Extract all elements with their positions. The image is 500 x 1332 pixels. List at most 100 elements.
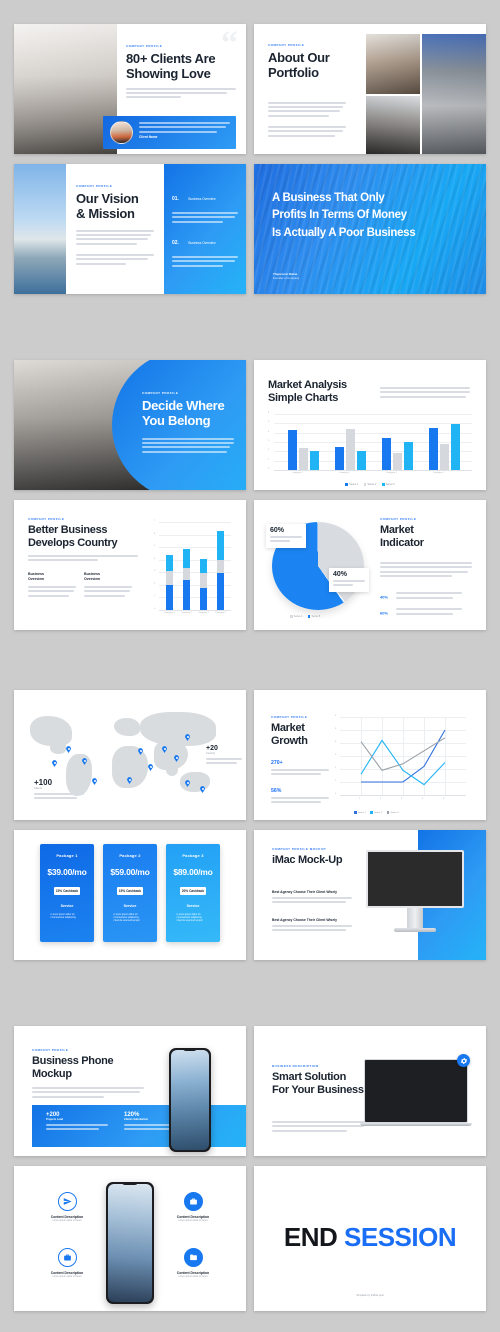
slide-world-map[interactable]: +100 Clients +20 Country bbox=[14, 690, 246, 820]
pricing-package-2[interactable]: Package 2 $59.00/mo 15% Cashback Service… bbox=[103, 844, 157, 942]
item-sub: Lorem ipsum dolor sit amet bbox=[178, 1275, 208, 1278]
callout-value: 60% bbox=[270, 527, 285, 534]
briefcase-icon bbox=[183, 1192, 203, 1211]
imac-point-2: Best Agency Choose Their Client Wisely bbox=[272, 918, 352, 934]
slide-photo-desk bbox=[366, 96, 420, 154]
item-number: 02. bbox=[172, 239, 179, 246]
point-heading: Best Agency Choose Their Client Wisely bbox=[272, 890, 338, 894]
body-text-1 bbox=[268, 101, 346, 117]
x-tick-3: Category 3 bbox=[386, 472, 397, 474]
gear-icon[interactable] bbox=[457, 1054, 470, 1067]
eyebrow: Business Description bbox=[272, 1064, 319, 1068]
slide-title-line-1: 80+ Clients Are bbox=[126, 51, 216, 66]
body-text bbox=[28, 554, 138, 562]
package-badge[interactable]: 15% Cashback bbox=[117, 887, 143, 896]
content-item-2[interactable]: Content Description Lorem ipsum dolor si… bbox=[36, 1248, 98, 1278]
legend-swatch-3 bbox=[386, 811, 390, 814]
testimonial-card[interactable]: Client Name bbox=[103, 116, 236, 149]
legend-value: 40% bbox=[380, 594, 389, 600]
pricing-package-3[interactable]: Package 3 $89.00/mo 20% Cashback Service… bbox=[166, 844, 220, 942]
callout-value: 40% bbox=[333, 571, 348, 578]
slide-market-indicator[interactable]: 60% 40% Series A Series B COMPANY PROFIL… bbox=[254, 500, 486, 630]
quote-line-3: Is Actually A Poor Business bbox=[272, 226, 416, 239]
package-name: Package 1 bbox=[56, 853, 78, 858]
column-heading-line-2: Overview bbox=[28, 577, 44, 582]
slide-title-line-1: Market bbox=[271, 722, 305, 734]
slide-market-analysis[interactable]: Market Analysis Simple Charts 0 1 2 3 4 … bbox=[254, 360, 486, 490]
slide-title-line-2: Simple Charts bbox=[268, 391, 339, 404]
laptop-mockup-device bbox=[360, 1059, 472, 1131]
end-session-title: END SESSION bbox=[254, 1222, 486, 1253]
package-badge[interactable]: 20% Cashback bbox=[180, 887, 206, 896]
bar-chart: 0 1 2 3 4 5 6 Category 1 Category 2 Cate… bbox=[268, 412, 472, 474]
slide-title-line-1: Smart Solution bbox=[272, 1071, 347, 1083]
testimonial-name: Client Name bbox=[139, 135, 158, 140]
pricing-package-1[interactable]: Package 1 $39.00/mo 15% Cashback Service… bbox=[40, 844, 94, 942]
quote-line-1: A Business That Only bbox=[272, 192, 385, 204]
pie-callout-40: 40% bbox=[329, 568, 369, 592]
slide-about-portfolio[interactable]: COMPANY PROFILE About Our Portfolio bbox=[254, 24, 486, 154]
slide-pricing[interactable]: Package 1 $39.00/mo 15% Cashback Service… bbox=[14, 830, 246, 960]
slide-quote[interactable]: A Business That Only Profits In Terms Of… bbox=[254, 164, 486, 294]
overview-column-1: Business Overview bbox=[28, 572, 76, 599]
pie-callout-60: 60% bbox=[266, 524, 306, 548]
x-tick-4: Category 4 bbox=[215, 612, 226, 614]
body-text bbox=[126, 87, 236, 99]
content-item-1[interactable]: Content Description Lorem ipsum dolor si… bbox=[36, 1192, 98, 1222]
body-text bbox=[32, 1086, 144, 1098]
chart-legend: Series 1 Series 2 Series 3 bbox=[254, 483, 486, 486]
slide-imac-mockup[interactable]: COMPANY PROFILE MOCKUP iMac Mock-Up Best… bbox=[254, 830, 486, 960]
slide-title-line-2: Growth bbox=[271, 734, 308, 747]
slide-market-growth[interactable]: COMPANY PROFILE Market Growth 270+ 56% 0… bbox=[254, 690, 486, 820]
slide-title-line-1: Market Analysis bbox=[268, 379, 347, 391]
slide-clients-love[interactable]: “ COMPANY PROFILE 80+ Clients Are Showin… bbox=[14, 24, 246, 154]
quote-line-2: Profits In Terms Of Money bbox=[272, 209, 407, 222]
eyebrow: COMPANY PROFILE bbox=[76, 184, 113, 188]
stat-label: Country bbox=[206, 752, 216, 755]
item-label: Business Overview bbox=[188, 196, 216, 201]
slide-phone-mockup[interactable]: COMPANY PROFILE Business Phone Mockup +2… bbox=[14, 1026, 246, 1156]
stacked-bar-chart: 0 1 2 3 4 5 6 7 Category 1 Category 2 Ca… bbox=[154, 520, 231, 614]
overview-item-2: 02. Business Overview bbox=[172, 234, 238, 269]
growth-stat-1: 270+ bbox=[271, 760, 329, 778]
quote-author-role: Founder of Company bbox=[273, 276, 300, 280]
slide-title-line-2: Develops Country bbox=[28, 536, 118, 549]
content-item-3[interactable]: Content Description Lorem ipsum dolor si… bbox=[162, 1192, 224, 1222]
indicator-legend-item-2: 60% bbox=[380, 604, 463, 622]
overview-item-1: 01. Business Overview bbox=[172, 190, 238, 225]
package-badge[interactable]: 15% Cashback bbox=[54, 887, 80, 896]
eyebrow: COMPANY PROFILE bbox=[28, 517, 65, 521]
slide-photo-burj bbox=[14, 164, 66, 294]
presentation-template-preview: “ COMPANY PROFILE 80+ Clients Are Showin… bbox=[0, 0, 500, 1332]
slide-title-line-2: Indicator bbox=[380, 536, 424, 549]
eyebrow: COMPANY PROFILE bbox=[271, 715, 308, 719]
item-sub: Lorem ipsum dolor sit amet bbox=[52, 1219, 82, 1222]
content-item-4[interactable]: Content Description Lorem ipsum dolor si… bbox=[162, 1248, 224, 1278]
slide-title-line-2: & Mission bbox=[76, 206, 135, 222]
slide-end-session[interactable]: END SESSION Template by 4Slide.post bbox=[254, 1166, 486, 1311]
overview-column-2: Business Overview bbox=[84, 572, 132, 599]
slide-decide-belong[interactable]: COMPANY PROFILE Decide Where You Belong bbox=[14, 360, 246, 490]
slide-group-2: COMPANY PROFILE Decide Where You Belong … bbox=[0, 336, 500, 666]
point-heading: Best Agency Choose Their Client Wisely bbox=[272, 918, 338, 922]
end-title-part-1: END bbox=[283, 1222, 345, 1252]
x-tick-1: Category 1 bbox=[164, 612, 175, 614]
imac-mockup-device bbox=[366, 850, 464, 946]
slide-vision-mission[interactable]: COMPANY PROFILE Our Vision & Mission 01.… bbox=[14, 164, 246, 294]
package-service-label: Service bbox=[60, 904, 74, 909]
slide-group-3: +100 Clients +20 Country COMPANY PROFILE… bbox=[0, 666, 500, 1002]
legend-label-2: Series 2 bbox=[374, 812, 383, 814]
slide-better-business[interactable]: COMPANY PROFILE Better Business Develops… bbox=[14, 500, 246, 630]
eyebrow: COMPANY PROFILE bbox=[32, 1048, 69, 1052]
phone-mockup-device bbox=[106, 1182, 154, 1304]
slide-photo-office bbox=[14, 24, 117, 154]
slide-title-line-1: Our Vision bbox=[76, 191, 139, 206]
slide-smart-solution[interactable]: Business Description Smart Solution For … bbox=[254, 1026, 486, 1156]
stat-label: Projects Lead bbox=[46, 1118, 64, 1121]
legend-swatch-a bbox=[290, 615, 293, 618]
pie-legend: Series A Series B bbox=[290, 615, 320, 618]
imac-point-1: Best Agency Choose Their Client Wisely bbox=[272, 890, 352, 906]
paper-plane-icon bbox=[57, 1192, 77, 1211]
slide-content-grid[interactable]: Content Description Lorem ipsum dolor si… bbox=[14, 1166, 246, 1311]
legend-swatch-1 bbox=[354, 811, 357, 814]
